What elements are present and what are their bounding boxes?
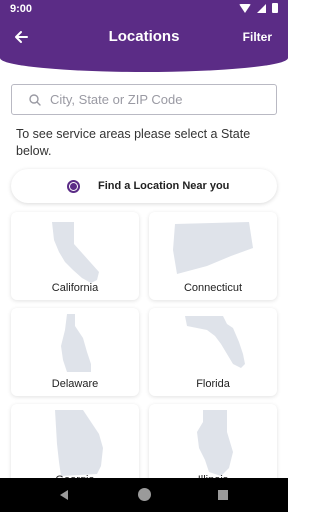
state-card-connecticut[interactable]: Connecticut <box>149 212 277 300</box>
nav-back-icon[interactable] <box>60 490 68 500</box>
find-near-me-button[interactable]: Find a Location Near you <box>11 169 277 203</box>
state-label: Florida <box>196 378 230 390</box>
helper-text: To see service areas please select a Sta… <box>16 127 251 158</box>
state-label: Delaware <box>51 378 99 390</box>
nav-recents-icon[interactable] <box>218 490 228 500</box>
search-icon <box>24 85 48 115</box>
wifi-icon <box>239 3 251 13</box>
search-input[interactable] <box>50 92 250 107</box>
filter-button[interactable]: Filter <box>243 30 272 44</box>
status-icons <box>239 3 278 13</box>
state-label: Connecticut <box>183 282 243 294</box>
state-label: California <box>51 282 99 294</box>
search-field[interactable] <box>11 84 277 115</box>
nav-home-icon[interactable] <box>138 488 151 501</box>
system-nav-bar <box>0 478 288 512</box>
signal-icon <box>257 3 266 13</box>
state-card-california[interactable]: California <box>11 212 139 300</box>
radio-selected-icon[interactable] <box>67 179 80 193</box>
app-bar: Locations Filter <box>0 22 288 54</box>
find-near-me-label: Find a Location Near you <box>98 180 230 192</box>
status-bar: 9:00 <box>0 0 288 18</box>
header-bar: 9:00 Locations Filter <box>0 0 288 72</box>
state-card-florida[interactable]: Florida <box>149 308 277 396</box>
battery-icon <box>272 3 278 13</box>
status-time: 9:00 <box>10 3 33 15</box>
state-card-delaware[interactable]: Delaware <box>11 308 139 396</box>
